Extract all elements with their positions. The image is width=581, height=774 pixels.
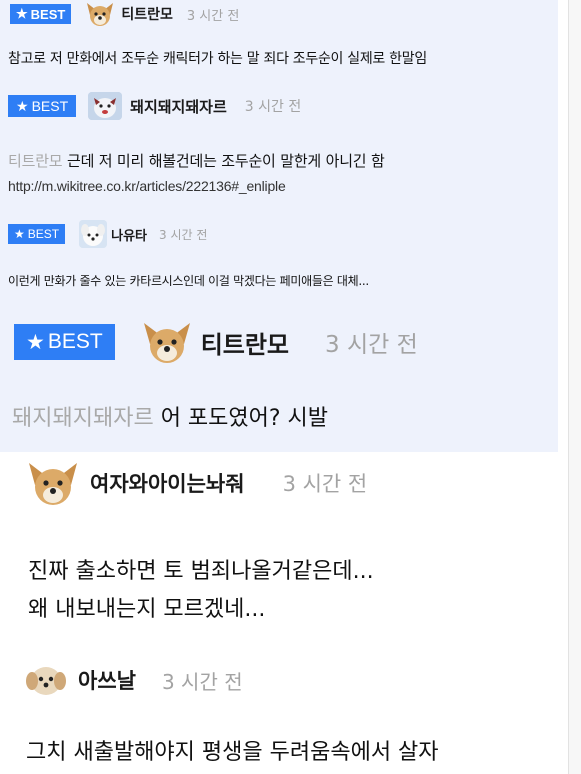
nickname-link[interactable]: 티트란모 [121, 4, 173, 24]
nickname-link[interactable]: 여자와아이는놔줘 [90, 468, 245, 498]
avatar-dog-face-icon[interactable] [26, 460, 80, 506]
star-icon: ★ [14, 227, 25, 241]
comment-meta: ★ BEST 나유타 3 시간 전 [8, 220, 208, 248]
comment-body: 티트란모 근데 저 미리 해볼건데는 조두순이 말한게 아니긴 함 http:/… [0, 150, 568, 204]
comment-meta: ★ BEST 티트란모 3 시간 전 [10, 1, 240, 27]
comment-body: 돼지돼지돼자르 어 포도였어? 시발 [0, 400, 568, 436]
comment-body: 참고로 저 만화에서 조두순 캐릭터가 하는 말 죄다 조두순이 실제로 한말임 [0, 48, 568, 72]
mention-link[interactable]: 돼지돼지돼자르 [12, 406, 154, 431]
best-badge: ★ BEST [8, 95, 77, 117]
best-badge-label: BEST [27, 227, 60, 241]
comment-header: ★ BEST 티트란모 3 시간 전 [0, 0, 568, 35]
nickname-link[interactable]: 아쓰날 [78, 665, 136, 695]
mention-link[interactable]: 티트란모 [8, 152, 63, 170]
avatar-dog-face-icon[interactable] [85, 1, 115, 27]
comment-body: 이런게 만화가 줄수 있는 카타르시스인데 이걸 막겠다는 페미애들은 대체..… [0, 272, 568, 294]
timestamp: 3 시간 전 [282, 472, 368, 496]
comment-text-line: 돼지돼지돼자르 어 포도였어? 시발 [12, 406, 329, 431]
comment-meta: 여자와아이는놔줘 3 시간 전 [26, 460, 367, 506]
nickname-link[interactable]: 나유타 [111, 225, 147, 244]
comment-meta: 아쓰날 3 시간 전 [24, 662, 243, 698]
comment-header: ★ BEST 나유타 3 시간 전 [0, 219, 568, 249]
avatar-dog-face-icon[interactable] [141, 320, 193, 364]
comment-text-line: 티트란모 근데 저 미리 해볼건데는 조두순이 말한게 아니긴 함 [8, 152, 385, 170]
timestamp: 3 시간 전 [161, 669, 243, 694]
comment-url-link[interactable]: http://m.wikitree.co.kr/articles/222136#… [8, 178, 286, 194]
nickname-link[interactable]: 티트란모 [201, 325, 289, 360]
comment-text: 참고로 저 만화에서 조두순 캐릭터가 하는 말 죄다 조두순이 실제로 한말임 [8, 51, 427, 67]
comment-text: 그치 새출발해야지 평생을 두려움속에서 살자 [26, 740, 439, 765]
comment-header: ★ BEST 티트란모 3 시간 전 [0, 318, 568, 368]
comment-body: 그치 새출발해야지 평생을 두려움속에서 살자 [0, 734, 568, 770]
scrollbar[interactable] [568, 0, 581, 774]
timestamp: 3 시간 전 [325, 332, 418, 358]
best-badge: ★ BEST [8, 224, 66, 244]
avatar-cartoon-character-icon[interactable] [88, 92, 123, 120]
comment-header: 여자와아이는놔줘 3 시간 전 [0, 460, 568, 510]
avatar-white-dog-icon[interactable] [79, 220, 108, 248]
star-icon: ★ [16, 6, 28, 21]
timestamp: 3 시간 전 [159, 227, 208, 242]
comment-body: 진짜 출소하면 토 범죄나올거같은데... 왜 내보내는지 모르겠네... [0, 553, 568, 633]
comment-meta: ★ BEST 돼지돼지돼자르 3 시간 전 [8, 92, 302, 120]
comment-text-line: 왜 내보내는지 모르겠네... [28, 597, 266, 622]
timestamp: 3 시간 전 [244, 99, 302, 115]
star-icon: ★ [26, 330, 45, 354]
best-badge-label: BEST [47, 330, 103, 353]
star-icon: ★ [16, 97, 29, 114]
best-badge-label: BEST [30, 6, 66, 22]
comment-meta: ★ BEST 티트란모 3 시간 전 [14, 320, 418, 364]
comment-header: ★ BEST 돼지돼지돼자르 3 시간 전 [0, 91, 568, 121]
comment-text-line: 진짜 출소하면 토 범죄나올거같은데... [28, 559, 374, 584]
comment-list: ★ BEST 티트란모 3 시간 전 참고로 저 만화에서 조두순 캐릭터가 하… [0, 0, 568, 774]
comment-header: 아쓰날 3 시간 전 [0, 660, 568, 700]
comment-text: 이런게 만화가 줄수 있는 카타르시스인데 이걸 막겠다는 페미애들은 대체..… [8, 274, 369, 288]
best-badge: ★ BEST [10, 4, 72, 24]
avatar-fluffy-dog-icon[interactable] [24, 663, 68, 697]
best-badge: ★ BEST [14, 324, 115, 360]
nickname-link[interactable]: 돼지돼지돼자르 [130, 96, 227, 117]
best-badge-label: BEST [31, 98, 69, 114]
timestamp: 3 시간 전 [186, 8, 240, 24]
